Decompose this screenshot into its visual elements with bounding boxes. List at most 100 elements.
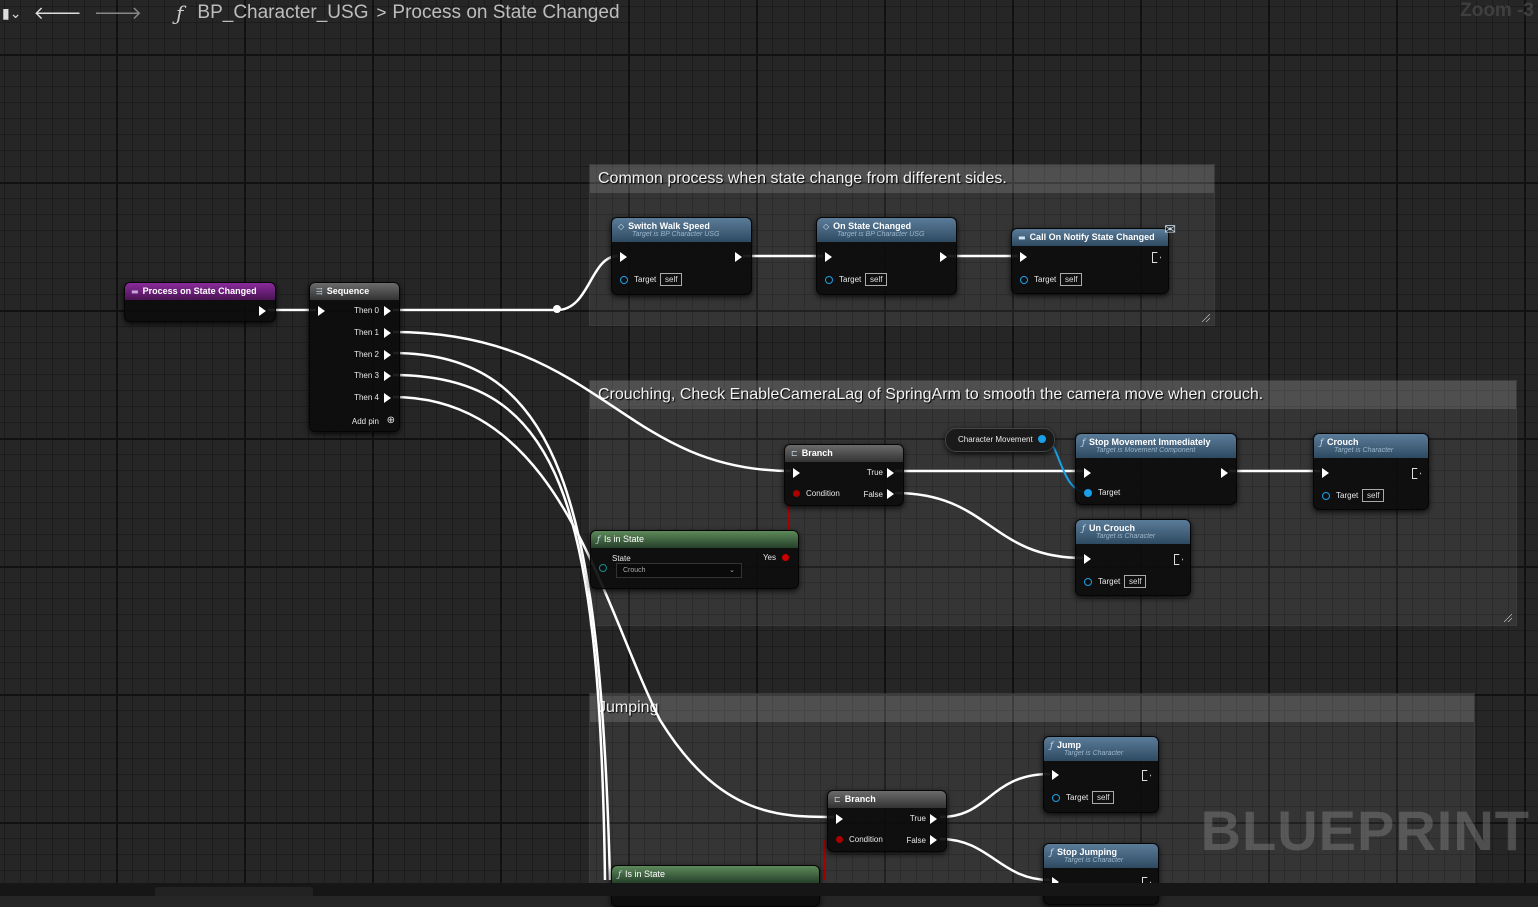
condition-pin[interactable] bbox=[836, 836, 843, 843]
search-field[interactable] bbox=[155, 887, 313, 896]
exec-true-pin[interactable] bbox=[930, 814, 937, 824]
node-on-state-changed[interactable]: ◇ On State Changed Target is BP Character … bbox=[816, 217, 957, 295]
pin-label: Target bbox=[1034, 275, 1057, 284]
forward-button[interactable]: 🡒 bbox=[94, 3, 142, 24]
resize-handle[interactable] bbox=[1504, 614, 1512, 622]
target-value-field[interactable]: self bbox=[1060, 273, 1083, 286]
exec-in-pin[interactable] bbox=[1052, 770, 1059, 780]
exec-out-pin-4[interactable] bbox=[384, 393, 391, 403]
node-jump[interactable]: ƒ Jump Target is Character Target self bbox=[1043, 736, 1159, 813]
node-sequence[interactable]: ⇶ Sequence Then 0 Then 1 Then 2 Then 3 Th… bbox=[309, 282, 400, 432]
comment-title: Common process when state change from di… bbox=[590, 165, 1214, 193]
function-icon: ƒ bbox=[597, 535, 600, 544]
bookmark-icon[interactable]: ▮⌄ bbox=[2, 5, 21, 22]
node-title: Sequence bbox=[326, 286, 370, 296]
target-pin[interactable] bbox=[1322, 492, 1330, 500]
pin-label: True bbox=[909, 814, 926, 823]
comment-title: Crouching, Check EnableCameraLag of Spri… bbox=[590, 381, 1516, 409]
exec-in-pin[interactable] bbox=[620, 252, 627, 262]
pin-label: Yes bbox=[762, 553, 776, 562]
exec-in-pin[interactable] bbox=[836, 814, 843, 824]
node-branch-crouch[interactable]: ⊏ Branch True Condition False bbox=[784, 444, 904, 506]
blueprint-watermark: BLUEPRINT bbox=[1200, 799, 1530, 862]
node-subtitle: Target is BP Character USG bbox=[837, 231, 925, 238]
node-title: Branch bbox=[844, 794, 876, 804]
node-is-in-state-crouch[interactable]: ƒ Is in State State Crouch ⌄ Yes bbox=[590, 530, 799, 589]
target-pin[interactable] bbox=[825, 276, 833, 284]
exec-out-pin[interactable] bbox=[1412, 468, 1421, 479]
breadcrumb-blueprint[interactable]: BP_Character_USG bbox=[197, 2, 368, 24]
node-un-crouch[interactable]: ƒ Un Crouch Target is Character Target sel… bbox=[1075, 519, 1191, 596]
exec-out-pin-1[interactable] bbox=[384, 328, 391, 338]
exec-out-pin[interactable] bbox=[1142, 770, 1151, 781]
node-subtitle: Target is Movement Component bbox=[1096, 447, 1196, 454]
function-icon: ƒ bbox=[1082, 438, 1085, 447]
exec-out-pin[interactable] bbox=[940, 252, 947, 262]
target-value-field[interactable]: self bbox=[1092, 791, 1115, 804]
function-icon: ƒ bbox=[1320, 438, 1323, 447]
node-crouch[interactable]: ƒ Crouch Target is Character Target self bbox=[1313, 433, 1429, 510]
target-pin[interactable] bbox=[1084, 489, 1092, 497]
character-movement-out-pin[interactable] bbox=[1038, 435, 1046, 443]
exec-out-pin[interactable] bbox=[735, 252, 742, 262]
pin-label: Target bbox=[839, 275, 862, 284]
node-title: Is in State bbox=[603, 534, 644, 544]
exec-in-pin[interactable] bbox=[318, 306, 325, 316]
target-value-field[interactable]: self bbox=[865, 273, 888, 286]
add-pin-button[interactable]: Add pin bbox=[352, 417, 379, 426]
target-pin[interactable] bbox=[1052, 794, 1060, 802]
target-value-field[interactable]: self bbox=[1124, 575, 1147, 588]
node-branch-jump[interactable]: ⊏ Branch True Condition False bbox=[827, 790, 947, 852]
comment-title: Jumping bbox=[590, 694, 1474, 722]
pin-label: Condition bbox=[849, 835, 883, 844]
node-subtitle: Target is Character bbox=[1064, 750, 1124, 757]
exec-in-pin[interactable] bbox=[1084, 468, 1091, 478]
pin-label: True bbox=[866, 468, 883, 477]
node-title: Jump bbox=[1056, 740, 1081, 750]
exec-out-pin[interactable] bbox=[1174, 554, 1183, 565]
target-value-field[interactable]: self bbox=[660, 273, 683, 286]
pin-label: Target bbox=[1066, 793, 1089, 802]
self-pin[interactable] bbox=[599, 564, 607, 572]
target-pin[interactable] bbox=[1084, 578, 1092, 586]
exec-out-pin-0[interactable] bbox=[384, 306, 391, 316]
exec-out-pin[interactable] bbox=[259, 306, 266, 316]
pin-label: Target bbox=[1098, 488, 1121, 497]
pin-label: Target bbox=[1336, 491, 1359, 500]
plus-circle-icon[interactable]: ⊕ bbox=[387, 415, 395, 426]
condition-pin[interactable] bbox=[793, 490, 800, 497]
exec-out-pin[interactable] bbox=[1152, 252, 1161, 263]
state-dropdown-value: Crouch bbox=[623, 567, 646, 574]
state-dropdown[interactable]: Crouch ⌄ bbox=[616, 563, 742, 578]
pin-label: Then 2 bbox=[354, 350, 379, 359]
resize-handle[interactable] bbox=[1202, 314, 1210, 322]
exec-out-pin[interactable] bbox=[1221, 468, 1228, 478]
exec-out-pin-3[interactable] bbox=[384, 371, 391, 381]
target-value-field[interactable]: self bbox=[1362, 489, 1385, 502]
node-title: Is in State bbox=[624, 869, 665, 879]
exec-in-pin[interactable] bbox=[1322, 468, 1329, 478]
back-button[interactable]: 🡐 bbox=[33, 3, 81, 24]
exec-out-pin-2[interactable] bbox=[384, 350, 391, 360]
pin-label: Then 4 bbox=[354, 393, 379, 402]
exec-false-pin[interactable] bbox=[887, 489, 894, 499]
branch-icon: ⊏ bbox=[791, 449, 798, 458]
sequence-icon: ⇶ bbox=[316, 287, 323, 296]
exec-in-pin[interactable] bbox=[825, 252, 832, 262]
node-call-notify-state-changed[interactable]: ▬ Call On Notify State Changed ✉ Target s… bbox=[1011, 221, 1176, 294]
exec-true-pin[interactable] bbox=[887, 468, 894, 478]
node-title: Process on State Changed bbox=[142, 286, 257, 296]
target-pin[interactable] bbox=[1020, 276, 1028, 284]
exec-in-pin[interactable] bbox=[1084, 554, 1091, 564]
exec-false-pin[interactable] bbox=[930, 835, 937, 845]
yes-out-pin[interactable] bbox=[782, 554, 789, 561]
exec-in-pin[interactable] bbox=[1020, 252, 1027, 262]
node-switch-walk-speed[interactable]: ◇ Switch Walk Speed Target is BP Character… bbox=[611, 217, 752, 295]
target-pin[interactable] bbox=[620, 276, 628, 284]
exec-in-pin[interactable] bbox=[793, 468, 800, 478]
node-function-entry[interactable]: ▬ Process on State Changed bbox=[124, 282, 276, 322]
function-entry-icon: ▬ bbox=[131, 287, 139, 296]
pin-label: Target bbox=[1098, 577, 1121, 586]
node-stop-movement-immediately[interactable]: ƒ Stop Movement Immediately Target is Move… bbox=[1075, 433, 1237, 505]
node-character-movement-getter[interactable]: Character Movement bbox=[945, 428, 1055, 452]
